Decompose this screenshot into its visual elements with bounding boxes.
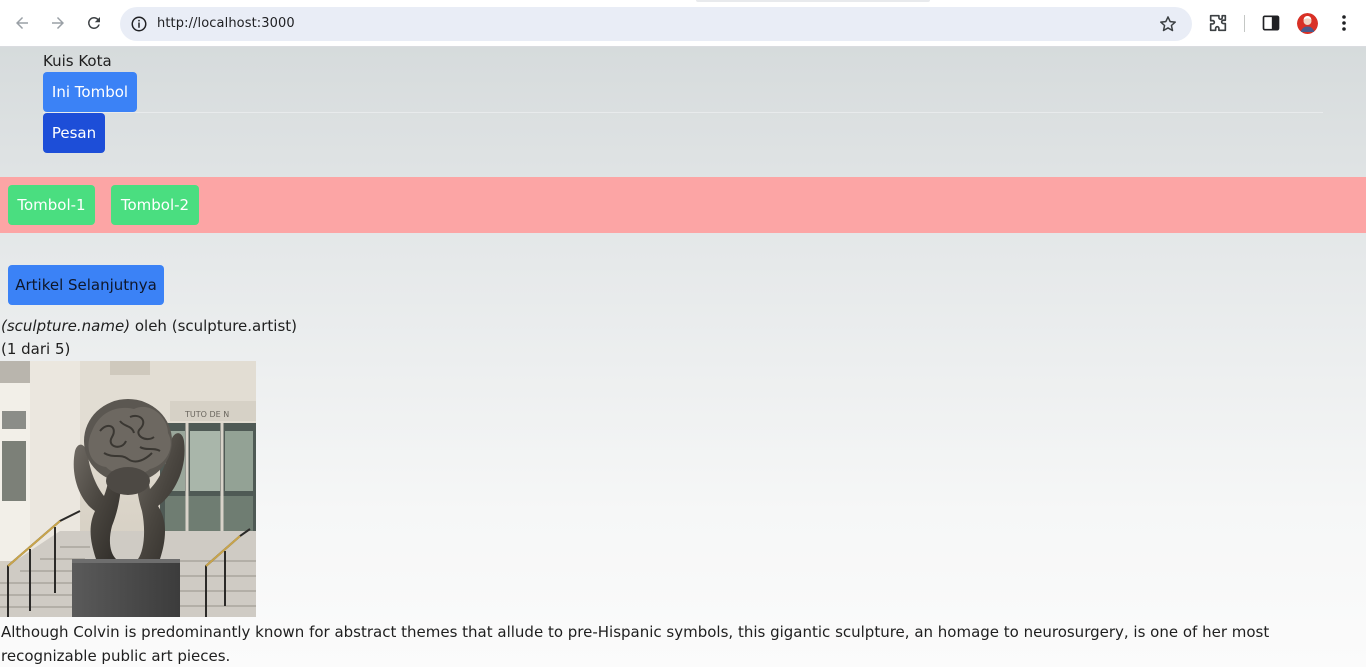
forward-button[interactable] bbox=[43, 8, 73, 38]
button-2[interactable]: Tombol-2 bbox=[111, 185, 199, 225]
kebab-menu-icon[interactable] bbox=[1336, 13, 1352, 33]
url-text[interactable]: http://localhost:3000 bbox=[157, 16, 295, 31]
reload-icon bbox=[88, 16, 100, 29]
back-button[interactable] bbox=[7, 8, 37, 38]
avatar[interactable] bbox=[1297, 13, 1318, 34]
divider bbox=[43, 112, 1323, 113]
page-title: Kuis Kota bbox=[43, 52, 112, 70]
arrow-right-icon bbox=[52, 17, 64, 29]
profile-avatar-icon bbox=[1297, 13, 1318, 34]
next-article-button[interactable]: Artikel Selanjutnya bbox=[8, 265, 164, 305]
sculpture-description: Although Colvin is predominantly known f… bbox=[1, 623, 1270, 665]
sculpture-artist: (sculpture.artist) bbox=[171, 317, 298, 335]
primary-button[interactable]: Ini Tombol bbox=[43, 72, 137, 112]
toolbar-band: Tombol-1 Tombol-2 bbox=[0, 177, 1366, 233]
button-1[interactable]: Tombol-1 bbox=[8, 185, 95, 225]
sculpture-photo: TUTO DE N bbox=[0, 361, 256, 617]
puzzle-icon[interactable] bbox=[1207, 12, 1229, 34]
reload-button[interactable] bbox=[79, 8, 109, 38]
message-button[interactable]: Pesan bbox=[43, 113, 105, 153]
star-icon[interactable] bbox=[1158, 14, 1178, 34]
sculpture-caption: (sculpture.name) oleh (sculpture.artist) bbox=[1, 317, 297, 335]
sculpture-counter: (1 dari 5) bbox=[1, 340, 71, 358]
sculpture-image: TUTO DE N bbox=[0, 361, 256, 617]
active-tab-indicator bbox=[696, 0, 930, 2]
quiz-header: Kuis Kota Ini Tombol Pesan bbox=[0, 47, 1366, 177]
info-icon[interactable] bbox=[130, 15, 148, 33]
svg-text:TUTO DE N: TUTO DE N bbox=[184, 410, 229, 419]
toolbar-separator bbox=[1244, 15, 1245, 32]
page-viewport: Kuis Kota Ini Tombol Pesan Tombol-1 Tomb… bbox=[0, 47, 1366, 667]
sculpture-name: (sculpture.name) bbox=[1, 317, 131, 335]
browser-toolbar: http://localhost:3000 bbox=[0, 0, 1366, 47]
by-word: oleh bbox=[134, 317, 167, 335]
side-panel-icon[interactable] bbox=[1261, 13, 1281, 33]
address-bar[interactable]: http://localhost:3000 bbox=[120, 7, 1192, 41]
arrow-left-icon bbox=[16, 17, 28, 29]
